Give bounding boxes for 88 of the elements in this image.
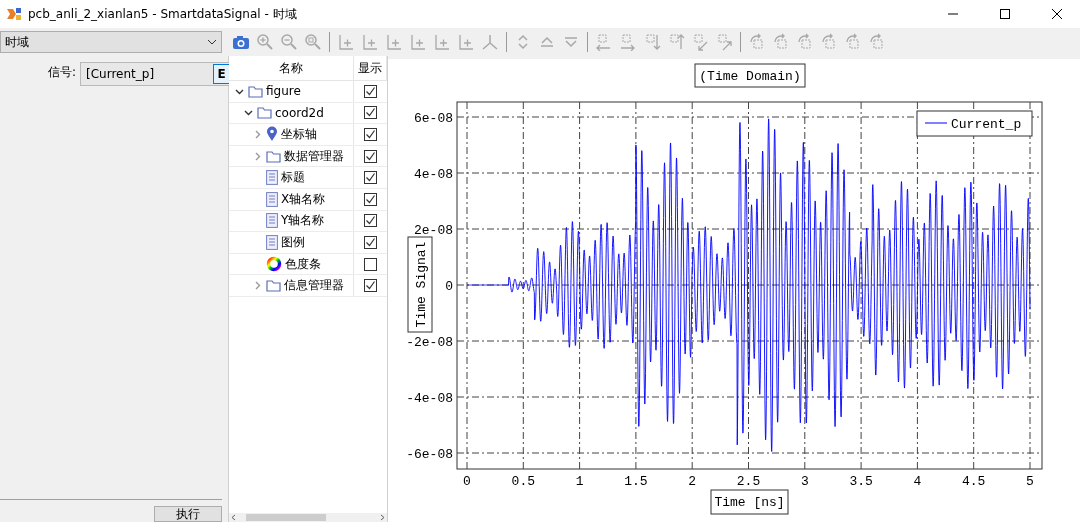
checkbox[interactable] [364,279,377,293]
x-tick-label: 2 [688,474,697,489]
app-logo-icon [6,6,22,22]
checkbox[interactable] [364,214,377,228]
axes-icon [481,33,499,51]
x-tick-label: 3.5 [849,474,873,489]
x-tick-label: 3 [800,474,809,489]
tree-item-label[interactable]: 数据管理器 [284,147,344,165]
horizontal-scrollbar[interactable] [229,513,387,522]
y-tick-label: -2e-08 [406,335,453,350]
maximize-icon [1000,9,1010,19]
checkbox[interactable] [364,106,377,120]
checkbox[interactable] [364,192,377,206]
document-icon [266,234,278,250]
legend-line [924,122,948,124]
column-header[interactable]: 名称 [229,56,354,80]
tree-item-label[interactable]: X轴名称 [281,190,326,208]
y-tick-label: 6e-08 [414,111,453,126]
column-header[interactable]: 显示 [354,56,387,80]
x-tick-label: 5 [1026,474,1034,489]
camera-icon [232,33,250,51]
x-tick-label: 0.5 [511,474,535,489]
folder-icon [257,106,272,120]
axis-add-icon [433,33,451,51]
document-icon [266,170,278,186]
rotate-icon [796,33,814,51]
y-tick-label: 0 [445,279,453,294]
x-tick-label: 4.5 [962,474,986,489]
checkbox[interactable] [364,84,377,98]
y-tick-label: 2e-08 [414,223,453,238]
zoom-fit-icon [304,33,322,51]
rotate-icon [844,33,862,51]
move-arrow-icon [595,33,613,51]
tree-item-label[interactable]: 标题 [281,169,305,187]
signal-label: 信号: [48,64,77,81]
zoom-out-icon [280,33,298,51]
close-icon [1052,9,1062,19]
y-tick-label: 4e-08 [414,167,453,182]
tree-item-label[interactable]: 图例 [281,233,305,251]
y-tick-label: -4e-08 [406,391,453,406]
axis-add-icon [409,33,427,51]
checkbox[interactable] [364,171,377,185]
y-axis-label: Time Signal [407,236,433,333]
rotate-icon [820,33,838,51]
checkbox[interactable] [364,149,377,163]
folder-icon [266,149,281,163]
rotate-icon [772,33,790,51]
run-button[interactable]: 执行 [154,506,222,522]
rotate-icon [868,33,886,51]
axis-add-icon [361,33,379,51]
view-dropdown[interactable]: 时域 [0,31,222,53]
x-axis-label: Time [ns] [710,489,789,515]
axis-add-icon [337,33,355,51]
color-wheel-icon [266,256,282,273]
checkbox[interactable] [364,257,377,271]
folder-icon [266,279,281,293]
zoom-in-icon [256,33,274,51]
tree-item-label[interactable]: 色度条 [285,255,321,273]
move-arrow-icon [715,33,733,51]
x-tick-label: 4 [913,474,922,489]
tree-item-label[interactable]: 坐标轴 [281,126,317,143]
move-arrow-icon [691,33,709,51]
tree-item-label[interactable]: 信息管理器 [284,277,344,295]
pin-icon [266,126,278,143]
tree-item-label[interactable]: coord2d [275,105,324,120]
tree-item-label[interactable]: Y轴名称 [281,212,325,230]
chevron-down-icon [207,39,217,45]
move-arrow-icon [667,33,685,51]
x-tick-label: 2.5 [736,474,761,489]
plot-title: (Time Domain) [694,63,806,88]
chevron-down-icon[interactable] [243,108,253,118]
x-tick-label: 1 [575,474,584,489]
rotate-icon [748,33,766,51]
tree-item-label[interactable]: figure [266,84,301,99]
checkbox[interactable] [364,128,377,141]
document-icon [266,191,278,207]
legend-label: Current_p [951,117,1022,132]
document-icon [266,213,278,229]
window-title: pcb_anli_2_xianlan5 - SmartdataSignal - 时域 [28,5,298,23]
x-tick-label: 1.5 [624,474,648,489]
axis-add-icon [385,33,403,51]
axis-add-icon [457,33,475,51]
checkbox[interactable] [364,235,377,249]
folder-icon [248,84,263,98]
x-tick-label: 0 [463,474,471,489]
y-tick-label: -6e-08 [406,447,453,462]
move-arrow-icon [643,33,661,51]
move-arrow-icon [619,33,637,51]
